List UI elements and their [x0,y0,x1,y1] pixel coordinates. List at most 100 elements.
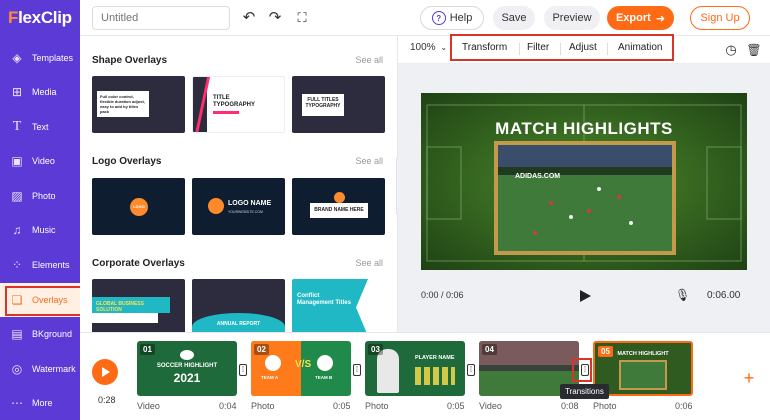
undo-icon[interactable]: ↶ [240,9,258,27]
timeline-play-button[interactable] [92,359,118,385]
project-title-input[interactable] [92,6,230,30]
sidebar-item-background[interactable]: ▤ BKground [0,317,80,351]
clip-year: 2021 [173,371,201,385]
shape-overlay-thumb-3[interactable]: FULL TITLES TYPOGRAPHY [292,76,385,133]
sidebar-item-watermark[interactable]: ◎ Watermark [0,352,80,386]
timeline-clip-3[interactable]: PLAYER NAME 03 [365,341,465,396]
flexclip-logo[interactable]: FlexClip [0,0,80,36]
sidebar-item-video[interactable]: ▣ Video [0,144,80,178]
fullscreen-icon[interactable]: ⛶ [293,9,311,27]
clip-caption: SOCCER HIGHLIGHT [156,363,218,369]
sidebar-item-elements[interactable]: ⁘ Elements [0,248,80,282]
elements-icon: ⁘ [11,258,23,272]
transitions-tooltip: Transitions [560,384,609,399]
tab-animation[interactable]: Animation [618,42,662,53]
sidebar-item-more[interactable]: ⋯ More [0,386,80,420]
text-icon: T [12,119,22,134]
tab-adjust[interactable]: Adjust [569,42,597,53]
video-title: MATCH HIGHLIGHTS [495,119,673,138]
logo-overlay-thumb-2[interactable]: LOGO NAME YOURWEBSITE.COM [192,178,285,235]
shape-overlay-thumb-2[interactable]: TITLE TYPOGRAPHY [192,76,285,133]
zoom-select[interactable]: 100% ⌄ [410,42,447,53]
overlays-icon: ❏ [11,293,23,307]
toolbar-divider [519,43,520,55]
sidebar-item-label: Photo [32,191,56,201]
sidebar-item-music[interactable]: ♫ Music [0,213,80,247]
clip-number: 01 [140,344,155,355]
sidebar-item-overlays[interactable]: ❏ Overlays [0,283,80,317]
current-time: 0:00 / 0:06 [421,290,464,300]
redo-icon[interactable]: ↷ [266,9,284,27]
clock-icon[interactable]: ◷ [722,41,740,59]
sidebar-item-label: Overlays [32,295,68,305]
corporate-overlay-thumb-2[interactable]: ANNUAL REPORT [192,279,285,332]
see-all-link[interactable]: See all [355,55,383,65]
help-label: Help [449,12,473,24]
corporate-overlay-thumb-3[interactable]: Conflict Management Titles [292,279,385,332]
section-title-corporate-overlays: Corporate Overlays [92,258,185,269]
clip-type-label: Video [137,401,160,411]
microphone-icon[interactable]: 🎙 [675,288,690,302]
section-title-shape-overlays: Shape Overlays [92,55,168,66]
thumb-subcaption: YOURWEBSITE.COM [228,210,263,214]
timeline-clip-1[interactable]: SOCCER HIGHLIGHT 2021 01 [137,341,237,396]
tab-filter[interactable]: Filter [527,42,549,53]
preview-video[interactable]: MATCH HIGHLIGHTS ADIDAS.COM [421,93,747,270]
logo-overlay-thumb-1[interactable]: LOGO [92,178,185,235]
sidebar-item-label: Watermark [32,364,76,374]
tab-transform[interactable]: Transform [462,42,507,53]
play-button[interactable] [579,289,591,302]
top-header: FlexClip ↶ ↷ ⛶ ? Help Save Preview Expor… [0,0,770,36]
sidebar-item-text[interactable]: T Text [0,110,80,144]
player-controls: 0:00 / 0:06 🎙 0:06.00 [398,284,770,324]
playhead-time: 0:28 [98,395,116,405]
play-icon [102,367,110,377]
clip-inner-frame [619,360,667,390]
transition-button[interactable]: ⁞ [467,364,475,376]
clip-player-figure [377,349,399,393]
trash-icon[interactable]: 🗑 [745,41,763,59]
sidebar-item-media[interactable]: ⊞ Media [0,75,80,109]
clip-number: 02 [254,344,269,355]
clip-caption: PLAYER NAME [415,355,455,361]
clip-type-label: Photo [593,401,617,411]
logo-overlay-thumb-3[interactable]: BRAND NAME HERE [292,178,385,235]
sidebar-item-photo[interactable]: ▨ Photo [0,179,80,213]
timeline-clip-2[interactable]: V/S TEAM A TEAM B 02 [251,341,351,396]
preview-stage: MATCH HIGHLIGHTS ADIDAS.COM 0:00 / 0:06 … [398,64,770,332]
clip-avatar-left [265,355,281,371]
clip-type-label: Photo [365,401,389,411]
thumb-arrow [356,279,385,332]
sidebar-item-label: Text [32,122,49,132]
logo-text: lexClip [18,8,72,27]
section-title-logo-overlays: Logo Overlays [92,156,162,167]
edit-toolbar: 100% ⌄ Transform Filter Adjust Animation… [398,36,770,64]
clip-number: 03 [368,344,383,355]
layers-icon: ◈ [12,51,22,65]
timeline: 0:28 SOCCER HIGHLIGHT 2021 01 ⁞ V/S TEAM… [80,332,770,420]
logo-circle [208,198,224,214]
logo-letter: F [8,8,19,27]
thumb-caption: Conflict Management Titles [297,293,351,306]
shape-overlay-thumb-1[interactable]: Full color control, flexible duration ad… [92,76,185,133]
see-all-link[interactable]: See all [355,258,383,268]
preview-button[interactable]: Preview [544,6,600,30]
transition-button[interactable]: ⁞ [581,364,589,376]
thumb-caption: TITLE TYPOGRAPHY [213,95,256,108]
see-all-link[interactable]: See all [355,156,383,166]
add-clip-icon[interactable]: + [741,369,757,387]
total-time: 0:06.00 [707,290,741,301]
sidebar-item-templates[interactable]: ◈ Templates [0,41,80,75]
photo-icon: ▨ [11,189,23,203]
export-button[interactable]: Export ➜ [607,6,674,30]
clip-team-a: TEAM A [261,375,279,380]
help-button[interactable]: ? Help [420,6,484,30]
signup-button[interactable]: Sign Up [690,6,750,30]
corporate-overlay-thumb-1[interactable]: GLOBAL BUSINESS SOLUTION [92,279,185,332]
transition-button[interactable]: ⁞ [353,364,361,376]
save-button[interactable]: Save [493,6,535,30]
clip-type-label: Photo [251,401,275,411]
transition-button[interactable]: ⁞ [239,364,247,376]
sidebar-item-label: Media [32,87,57,97]
clip-avatar-right [317,355,333,371]
